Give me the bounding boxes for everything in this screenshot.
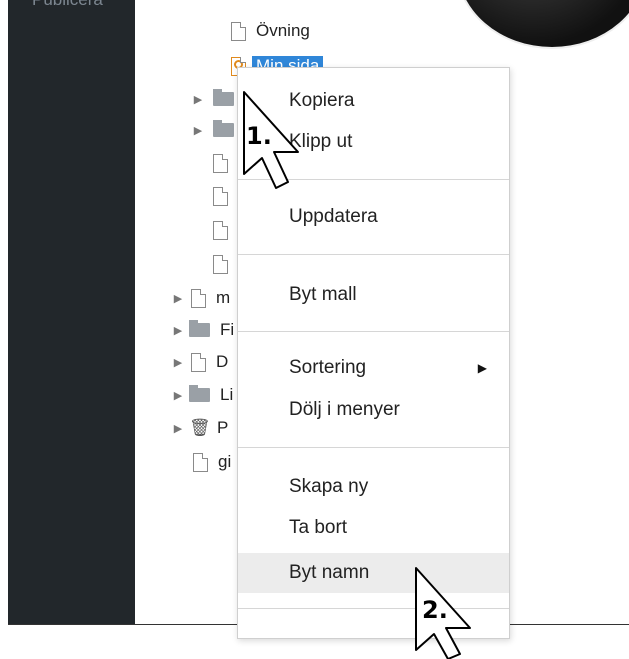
tree-item[interactable]: [213, 252, 228, 276]
tree-item[interactable]: [213, 151, 228, 175]
document-icon: [213, 220, 228, 240]
menu-item-label: Sortering: [289, 357, 367, 378]
folder-icon: [213, 89, 234, 106]
expand-caret-icon[interactable]: ▶: [171, 389, 185, 402]
menu-item-label: Byt mall: [289, 284, 357, 305]
tree-item-label: gi: [218, 452, 232, 471]
menu-separator: [238, 254, 509, 255]
trash-icon: 🗑: [189, 418, 211, 437]
sidebar: Publicera: [8, 0, 135, 624]
menu-item-skapa-ny[interactable]: Skapa ny: [238, 468, 509, 506]
tree-item-label: m: [216, 288, 231, 307]
document-icon: [191, 352, 206, 372]
menu-separator: [238, 447, 509, 448]
tree-item-label: Övning: [256, 21, 310, 40]
menu-item-ta-bort[interactable]: Ta bort: [238, 509, 509, 547]
tree-item-label: D: [216, 352, 229, 371]
triangle-right-icon: ▶: [477, 361, 487, 375]
menu-item-label: Byt namn: [289, 562, 370, 583]
menu-item-byt-mall[interactable]: Byt mall: [238, 276, 509, 314]
menu-item-uppdatera[interactable]: Uppdatera: [238, 198, 509, 236]
menu-separator: [238, 331, 509, 332]
expand-caret-icon[interactable]: ▶: [171, 356, 185, 369]
tree-item[interactable]: ▶ Fi: [171, 318, 234, 342]
tree-item[interactable]: [213, 184, 228, 208]
menu-item-sortering[interactable]: Sortering ▶: [238, 349, 509, 387]
document-icon: [231, 21, 246, 41]
document-icon: [193, 452, 208, 472]
sidebar-label[interactable]: Publicera: [32, 0, 103, 10]
document-icon: [213, 254, 228, 274]
expand-caret-icon[interactable]: ▶: [171, 324, 185, 337]
step-1-label: 1.: [246, 122, 272, 150]
tree-item[interactable]: ▶ D: [171, 350, 228, 374]
expand-caret-icon[interactable]: ▶: [191, 93, 205, 106]
tree-item[interactable]: gi: [193, 450, 231, 474]
step-2-label: 2.: [422, 596, 448, 624]
expand-caret-icon[interactable]: ▶: [171, 292, 185, 305]
folder-icon: [189, 320, 210, 337]
tree-item-label: Fi: [220, 320, 235, 339]
menu-item-label: Dölj i menyer: [289, 399, 400, 420]
tree-item[interactable]: ▶ 🗑 P: [171, 416, 229, 440]
tree-item-label: Li: [220, 385, 234, 404]
tree-item[interactable]: [213, 218, 228, 242]
menu-item-dolj-i-menyer[interactable]: Dölj i menyer: [238, 391, 509, 429]
document-icon: [213, 186, 228, 206]
menu-item-label: Ta bort: [289, 517, 348, 538]
tree-item[interactable]: Övning: [231, 19, 310, 43]
menu-item-label: Skapa ny: [289, 476, 369, 497]
tree-item[interactable]: ▶ Li: [171, 383, 233, 407]
menu-item-label: Uppdatera: [289, 206, 378, 227]
folder-icon: [189, 385, 210, 402]
expand-caret-icon[interactable]: ▶: [171, 422, 185, 435]
tree-item[interactable]: ▶ m: [171, 286, 230, 310]
document-icon: [213, 153, 228, 173]
folder-icon: [213, 120, 234, 137]
tree-item-label: P: [217, 418, 229, 437]
expand-caret-icon[interactable]: ▶: [191, 124, 205, 137]
document-icon: [191, 288, 206, 308]
